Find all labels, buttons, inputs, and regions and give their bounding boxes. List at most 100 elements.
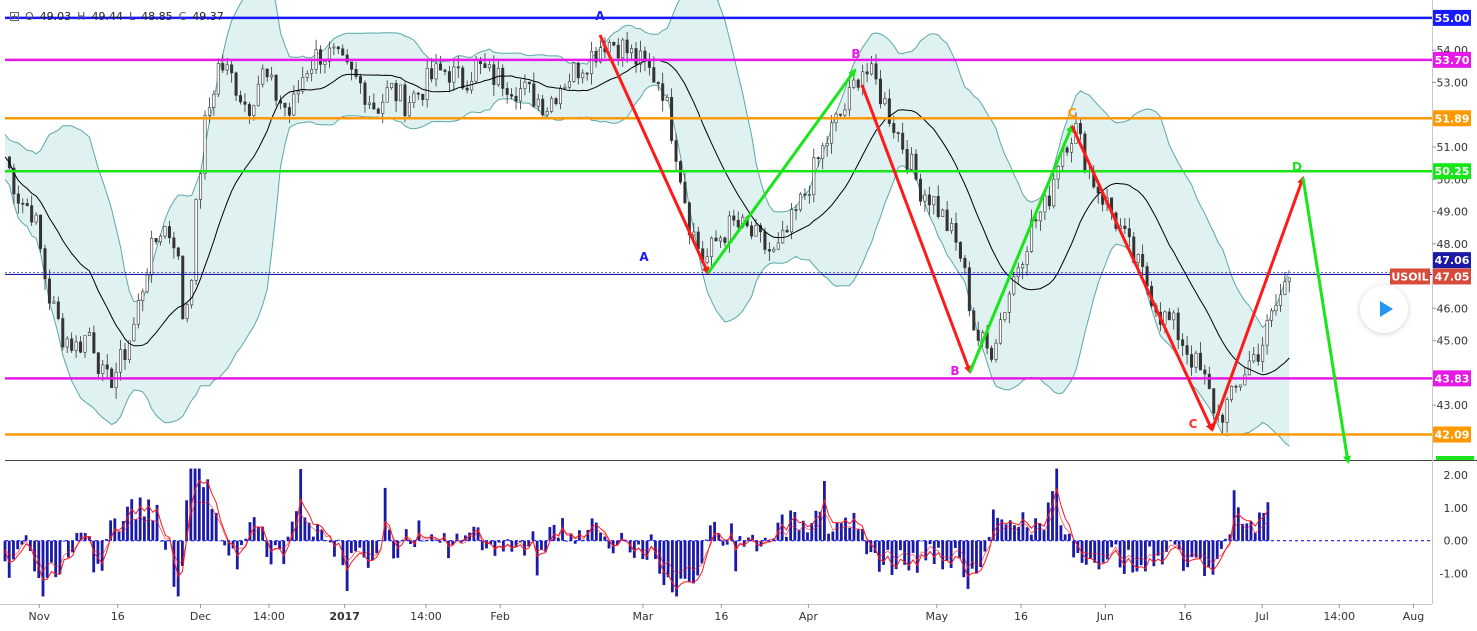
- histogram-bar: [789, 510, 793, 541]
- candle-body: [705, 256, 709, 263]
- histogram-bar: [814, 510, 818, 541]
- candle-body: [39, 214, 43, 249]
- candle-body: [763, 231, 767, 250]
- candle-body: [794, 209, 798, 211]
- candle-body: [261, 68, 265, 85]
- histogram-bar: [1101, 540, 1105, 563]
- candle-body: [1181, 339, 1185, 346]
- histogram-bar: [996, 517, 999, 541]
- candle-body: [816, 157, 820, 159]
- histogram-bar: [164, 540, 167, 550]
- candle-body: [439, 63, 443, 71]
- histogram-bar: [1139, 540, 1143, 566]
- candle-body: [56, 301, 60, 319]
- histogram-bar: [273, 540, 277, 546]
- histogram-bar: [506, 539, 510, 541]
- histogram-bar: [937, 540, 940, 548]
- candle-body: [1078, 123, 1082, 135]
- histogram-bar: [666, 540, 670, 578]
- histogram-bar: [806, 532, 809, 541]
- histogram-bar: [223, 540, 227, 546]
- candle-body: [25, 203, 29, 206]
- candle-body: [532, 83, 536, 107]
- candle-body: [1194, 352, 1198, 368]
- candle-body: [923, 194, 927, 202]
- indicator-tick-label: 1.00: [1444, 502, 1469, 515]
- candle-body: [1003, 312, 1007, 321]
- ohlc-legend: O 49.03 H 49.44 L 48.85 C 49.37: [10, 8, 224, 24]
- candle-body: [212, 93, 216, 108]
- histogram-bar: [282, 540, 286, 565]
- histogram-bar: [641, 540, 645, 560]
- candle-body: [332, 46, 336, 49]
- histogram-bar: [780, 514, 784, 541]
- candle-body: [843, 109, 847, 116]
- candle-body: [927, 194, 931, 206]
- candle-body: [470, 80, 474, 91]
- candle-body: [1052, 178, 1056, 207]
- candle-body: [483, 63, 487, 69]
- candle-body: [1167, 311, 1171, 321]
- candle-body: [256, 83, 260, 107]
- price-tick-label: 51.00: [1437, 141, 1469, 154]
- candle-body: [634, 48, 638, 65]
- histogram-bar: [1232, 490, 1236, 541]
- candle-body: [181, 255, 185, 319]
- candle-body: [30, 205, 34, 223]
- time-tick-label: Dec: [190, 610, 211, 623]
- histogram-bar: [886, 540, 890, 550]
- histogram-bar: [286, 536, 290, 541]
- histogram-bar: [75, 532, 79, 541]
- candle-body: [474, 60, 478, 82]
- histogram-bar: [1025, 527, 1029, 541]
- candle-body: [203, 115, 207, 174]
- histogram-bar: [861, 528, 864, 541]
- histogram-bar: [1220, 540, 1223, 549]
- candle-body: [1065, 147, 1069, 153]
- time-tick-label: Apr: [799, 610, 819, 623]
- expand-icon[interactable]: [10, 11, 19, 21]
- candle-body: [998, 319, 1002, 344]
- candle-body: [918, 178, 922, 202]
- candle-body: [487, 64, 491, 69]
- histogram-bar: [865, 540, 869, 555]
- time-tick-label: Mar: [632, 610, 653, 623]
- candle-body: [399, 84, 403, 102]
- candle-body: [710, 237, 714, 258]
- candle-body: [972, 310, 976, 331]
- candle-body: [772, 248, 776, 252]
- candle-body: [905, 149, 909, 170]
- candle-body: [1283, 281, 1287, 296]
- candle-body: [1207, 373, 1211, 389]
- candle-body: [727, 215, 731, 243]
- indicator-tick-label: -1.00: [1440, 567, 1468, 580]
- candle-body: [1212, 388, 1216, 414]
- candle-body: [65, 338, 69, 348]
- histogram-bar: [1110, 540, 1114, 548]
- candle-body: [456, 66, 460, 69]
- histogram-bar: [915, 540, 919, 573]
- histogram-bar: [890, 540, 894, 576]
- candle-body: [958, 242, 962, 259]
- histogram-bar: [823, 480, 826, 541]
- candle-body: [354, 69, 358, 77]
- play-button[interactable]: [1360, 285, 1408, 333]
- histogram-bar: [349, 540, 353, 554]
- symbol-tag: USOIL: [1391, 270, 1428, 283]
- candle-body: [830, 122, 834, 144]
- time-tick-label: Nov: [29, 610, 51, 623]
- time-tick-label: 16: [714, 610, 728, 623]
- candle-body: [1234, 385, 1238, 388]
- candle-body: [750, 225, 754, 237]
- price-tick-label: 43.00: [1437, 399, 1469, 412]
- price-tick-label: 49.00: [1437, 206, 1469, 219]
- candle-body: [767, 249, 771, 252]
- histogram-bar: [1148, 540, 1152, 547]
- low-value: 48.85: [141, 9, 173, 23]
- candle-body: [896, 132, 900, 134]
- candle-body: [74, 341, 78, 351]
- histogram-bar: [763, 537, 767, 541]
- candle-body: [34, 214, 38, 223]
- histogram-bar: [801, 520, 805, 541]
- indicator-pane: [3, 468, 1432, 597]
